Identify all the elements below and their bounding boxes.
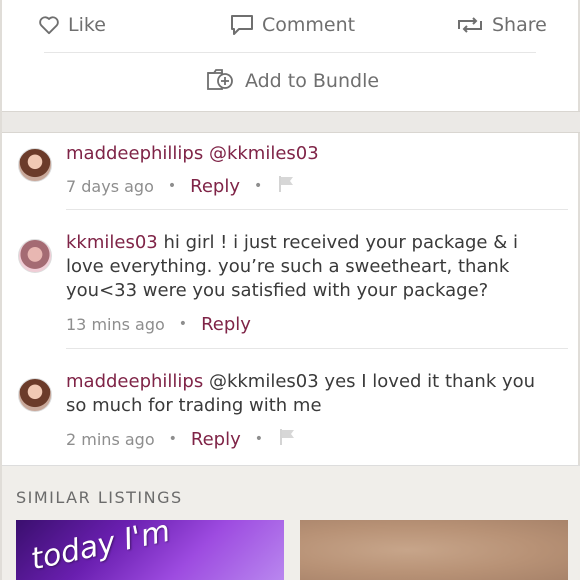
reply-button[interactable]: Reply xyxy=(191,429,241,450)
action-bar: Like Comment Share xyxy=(2,0,580,52)
comment-username[interactable]: maddeephillips xyxy=(66,371,203,392)
divider xyxy=(66,348,568,349)
comment-username[interactable]: kkmiles03 xyxy=(66,232,158,253)
add-to-bundle-button[interactable]: Add to Bundle xyxy=(2,62,580,100)
reply-button[interactable]: Reply xyxy=(190,176,240,197)
similar-listings-title: SIMILAR LISTINGS xyxy=(16,488,183,507)
separator-dot: • xyxy=(254,178,263,194)
avatar[interactable] xyxy=(18,239,52,273)
comment-bubble-icon xyxy=(230,14,254,36)
like-button[interactable]: Like xyxy=(38,10,106,40)
comment-time: 7 days ago xyxy=(66,176,154,196)
comment-meta: 2 mins ago • Reply • xyxy=(66,427,297,451)
share-icon xyxy=(456,15,484,35)
thumbnail-text: today I'm xyxy=(27,520,174,578)
flag-icon[interactable] xyxy=(279,428,297,450)
comment-message: @kkmiles03 xyxy=(208,143,319,164)
flag-icon[interactable] xyxy=(278,175,296,197)
comment-label: Comment xyxy=(262,14,356,36)
avatar[interactable] xyxy=(18,148,52,182)
share-button[interactable]: Share xyxy=(456,10,547,40)
listing-panel: Like Comment Share Add to Bundle maddeep… xyxy=(0,0,580,580)
divider xyxy=(44,52,536,53)
comment-text: kkmiles03 hi girl ! i just received your… xyxy=(66,231,556,303)
separator-dot: • xyxy=(168,431,177,447)
comment-text: maddeephillips @kkmiles03 yes I loved it… xyxy=(66,370,556,418)
section-separator xyxy=(2,111,580,133)
separator-dot: • xyxy=(167,178,177,194)
reply-button[interactable]: Reply xyxy=(201,314,251,335)
avatar[interactable] xyxy=(18,378,52,412)
comment-button[interactable]: Comment xyxy=(230,10,355,40)
comment-text: maddeephillips @kkmiles03 xyxy=(66,142,556,166)
like-label: Like xyxy=(68,14,106,36)
comment-username[interactable]: maddeephillips xyxy=(66,143,203,164)
separator-dot: • xyxy=(178,316,188,332)
comment-meta: 13 mins ago • Reply xyxy=(66,312,251,336)
similar-listing-thumbnail[interactable] xyxy=(300,520,568,580)
similar-listing-thumbnail[interactable]: today I'm xyxy=(16,520,284,580)
comment-time: 2 mins ago xyxy=(66,429,155,449)
share-label: Share xyxy=(492,14,547,36)
comment-time: 13 mins ago xyxy=(66,314,165,334)
divider xyxy=(66,209,568,210)
bundle-icon xyxy=(205,66,235,97)
heart-icon xyxy=(38,15,60,35)
add-to-bundle-label: Add to Bundle xyxy=(244,70,380,92)
separator-dot: • xyxy=(254,431,263,447)
comment-meta: 7 days ago • Reply • xyxy=(66,174,296,198)
